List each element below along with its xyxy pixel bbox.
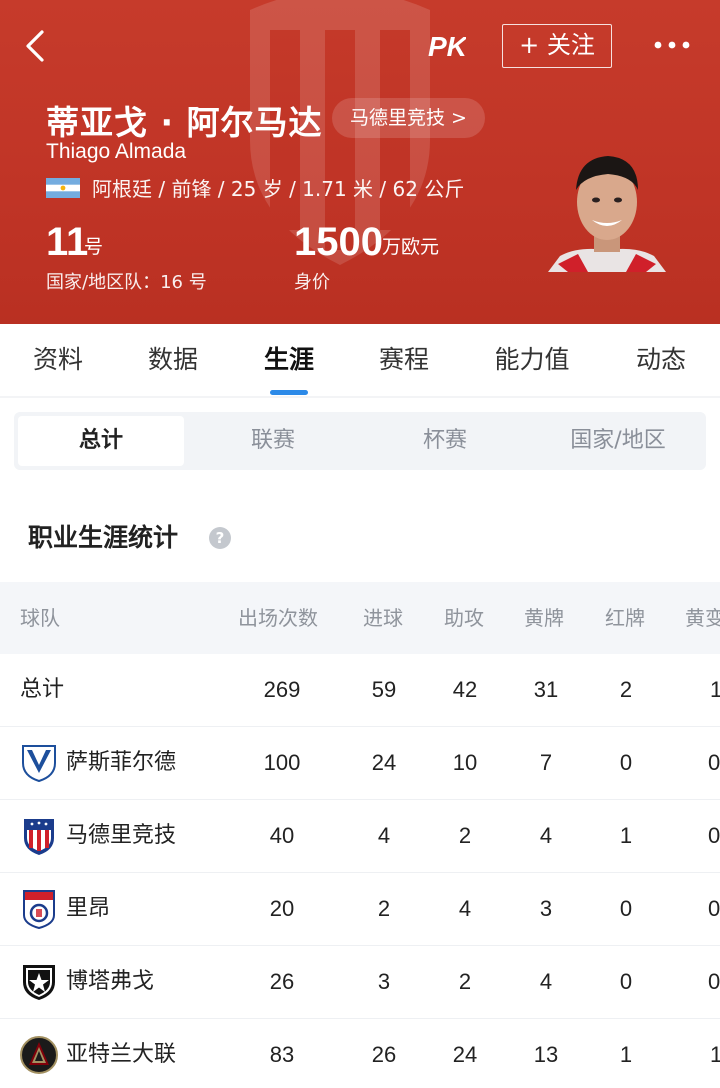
follow-button[interactable]: + 关注: [502, 24, 612, 68]
player-avatar: [548, 156, 666, 272]
column-header-second-yellow: 黄变: [685, 606, 720, 630]
shirt-number: 11: [46, 220, 89, 264]
tab-career[interactable]: 生涯: [261, 324, 317, 398]
red-cards-cell: 0: [619, 896, 633, 921]
stats-table-header: 球队 出场次数 进球 助攻 黄牌 红牌 黄变: [0, 582, 720, 654]
goals-cell: 4: [377, 823, 391, 848]
table-row-atletico[interactable]: 马德里竞技 40 4 2 4 1 0: [0, 800, 720, 873]
red-cards-cell: 1: [619, 1042, 633, 1067]
player-info: 阿根廷 / 前锋 / 25 岁 / 1.71 米 / 62 公斤: [92, 177, 465, 201]
segment-league[interactable]: 联赛: [190, 416, 356, 466]
second-yellow-cell: 0: [708, 969, 720, 994]
goals-cell: 26: [371, 1042, 397, 1067]
appearances-cell: 40: [269, 823, 295, 848]
appearances-cell: 83: [269, 1042, 295, 1067]
botafogo-logo-icon: [23, 965, 55, 1000]
yellow-cards-cell: 4: [539, 969, 553, 994]
active-tab-indicator: [270, 390, 308, 395]
team-name: 马德里竞技: [66, 823, 177, 848]
player-name: 蒂亚戈 · 阿尔马达: [46, 103, 323, 142]
segment-cup[interactable]: 杯赛: [362, 416, 528, 466]
more-dots-icon[interactable]: [652, 30, 692, 60]
segment-national[interactable]: 国家/地区: [534, 416, 702, 466]
appearances-cell: 20: [269, 896, 295, 921]
career-stats-title: 职业生涯统计: [28, 523, 179, 552]
assists-cell: 4: [458, 896, 472, 921]
atletico-madrid-logo-icon: [24, 819, 54, 855]
appearances-cell: 269: [263, 677, 301, 702]
goals-cell: 3: [377, 969, 391, 994]
tab-schedule[interactable]: 赛程: [376, 324, 432, 398]
team-name: 亚特兰大联: [66, 1042, 177, 1067]
goals-cell: 2: [377, 896, 391, 921]
yellow-cards-cell: 4: [539, 823, 553, 848]
tab-feed[interactable]: 动态: [633, 324, 689, 398]
tab-ability[interactable]: 能力值: [490, 324, 574, 398]
national-team-number: 国家/地区队：16 号: [46, 272, 207, 293]
velez-sarsfield-logo-icon: [22, 745, 56, 783]
table-row-velez[interactable]: 萨斯菲尔德 100 24 10 7 0 0: [0, 727, 720, 800]
pk-logo-icon: PK: [428, 31, 466, 62]
column-header-assists: 助攻: [444, 606, 484, 630]
second-yellow-cell: 1: [710, 677, 720, 702]
appearances-cell: 100: [263, 750, 301, 775]
svg-text:PK: PK: [428, 31, 466, 62]
team-name: 博塔弗戈: [66, 969, 155, 994]
team-name: 萨斯菲尔德: [66, 750, 177, 775]
table-row-botafogo[interactable]: 博塔弗戈 26 3 2 4 0 0: [0, 946, 720, 1019]
segment-total[interactable]: 总计: [18, 416, 184, 466]
second-yellow-cell: 0: [708, 750, 720, 775]
team-name: 里昂: [66, 896, 111, 921]
yellow-cards-cell: 7: [539, 750, 553, 775]
assists-cell: 2: [458, 823, 472, 848]
market-value-label: 身价: [294, 272, 330, 293]
team-name: 总计: [20, 677, 65, 702]
second-yellow-cell: 1: [710, 1042, 720, 1067]
second-yellow-cell: 0: [708, 823, 720, 848]
assists-cell: 42: [452, 677, 478, 702]
argentina-flag-icon: [46, 178, 80, 198]
table-row-total[interactable]: 总计 269 59 42 31 2 1: [0, 654, 720, 727]
red-cards-cell: 2: [619, 677, 633, 702]
red-cards-cell: 1: [619, 823, 633, 848]
club-link[interactable]: 马德里竞技 >: [332, 98, 485, 138]
goals-cell: 59: [371, 677, 397, 702]
assists-cell: 2: [458, 969, 472, 994]
yellow-cards-cell: 13: [533, 1042, 559, 1067]
market-value-unit: 万欧元: [382, 236, 440, 258]
tab-profile[interactable]: 资料: [30, 324, 86, 398]
column-header-yellow-cards: 黄牌: [524, 606, 564, 630]
yellow-cards-cell: 3: [539, 896, 553, 921]
svg-text:?: ?: [216, 529, 225, 547]
appearances-cell: 26: [269, 969, 295, 994]
table-row-lyon[interactable]: 里昂 20 2 4 3 0 0: [0, 873, 720, 946]
shirt-number-unit: 号: [84, 236, 104, 258]
assists-cell: 10: [452, 750, 478, 775]
column-header-team: 球队: [20, 606, 60, 630]
divider: [0, 396, 720, 398]
player-name-latin: Thiago Almada: [46, 140, 187, 163]
player-header: PK + 关注 蒂亚戈 · 阿尔马达 马德里竞技 > Thiago Almada…: [0, 0, 720, 324]
assists-cell: 24: [452, 1042, 478, 1067]
profile-tabs: 资料 数据 生涯 赛程 能力值 动态: [0, 324, 720, 398]
yellow-cards-cell: 31: [533, 677, 559, 702]
column-header-red-cards: 红牌: [605, 606, 645, 630]
scope-segmented-control: 总计 联赛 杯赛 国家/地区: [14, 412, 706, 470]
market-value: 1500: [294, 220, 383, 264]
tab-stats[interactable]: 数据: [145, 324, 201, 398]
atlanta-united-logo-icon: [20, 1036, 58, 1074]
column-header-goals: 进球: [363, 606, 403, 630]
back-icon[interactable]: [20, 26, 50, 66]
goals-cell: 24: [371, 750, 397, 775]
help-icon[interactable]: ?: [208, 526, 232, 550]
red-cards-cell: 0: [619, 750, 633, 775]
second-yellow-cell: 0: [708, 896, 720, 921]
column-header-appearances: 出场次数: [238, 606, 318, 630]
olympique-lyonnais-logo-icon: [23, 890, 55, 929]
table-row-atlanta[interactable]: 亚特兰大联 83 26 24 13 1 1: [0, 1019, 720, 1088]
red-cards-cell: 0: [619, 969, 633, 994]
